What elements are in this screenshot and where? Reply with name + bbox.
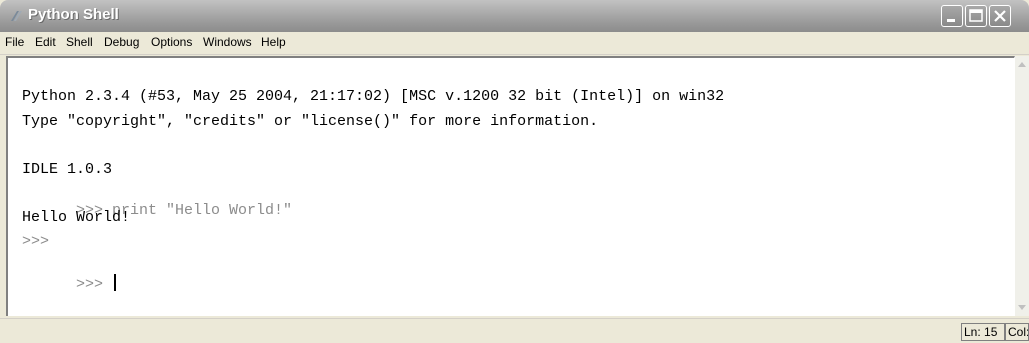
info-line: Type "copyright", "credits" or "license(… — [22, 113, 599, 130]
menu-edit[interactable]: Edit — [35, 35, 56, 49]
status-bar: Ln: 15 Col: 4 — [0, 318, 1029, 343]
active-prompt-line[interactable]: >>> — [22, 257, 117, 310]
prompt: >>> — [76, 276, 104, 293]
vertical-scrollbar[interactable] — [1015, 56, 1029, 316]
window-title: Python Shell — [28, 6, 119, 23]
title-bar[interactable]: Python Shell — [0, 0, 1029, 32]
scroll-up-arrow-icon[interactable] — [1015, 56, 1029, 72]
minimize-icon — [947, 19, 955, 22]
shell-text-area[interactable]: Python 2.3.4 (#53, May 25 2004, 21:17:02… — [6, 56, 1015, 316]
idle-version-line: IDLE 1.0.3 — [22, 161, 113, 178]
menu-options[interactable]: Options — [151, 35, 192, 49]
maximize-button[interactable] — [965, 5, 987, 27]
close-icon — [994, 10, 1006, 22]
menu-windows[interactable]: Windows — [203, 35, 252, 49]
status-column-number: Col: 4 — [1005, 323, 1029, 341]
minimize-button[interactable] — [941, 5, 963, 27]
menu-debug[interactable]: Debug — [104, 35, 139, 49]
text-cursor — [114, 274, 117, 291]
output-line: Hello World! — [22, 209, 131, 226]
idle-app-icon — [11, 11, 22, 21]
banner-line: Python 2.3.4 (#53, May 25 2004, 21:17:02… — [22, 88, 725, 105]
menu-help[interactable]: Help — [261, 35, 286, 49]
menu-bar: File Edit Shell Debug Options Windows He… — [0, 32, 1029, 55]
menu-shell[interactable]: Shell — [66, 35, 93, 49]
status-line-number: Ln: 15 — [961, 323, 1005, 341]
menu-file[interactable]: File — [5, 35, 24, 49]
close-button[interactable] — [989, 5, 1011, 27]
scroll-down-arrow-icon[interactable] — [1015, 300, 1029, 316]
python-shell-window: Python Shell File Edit Shell Debug Optio… — [0, 0, 1029, 343]
command-input: print "Hello World!" — [112, 202, 293, 219]
maximize-icon — [969, 9, 983, 22]
prompt: >>> — [22, 233, 50, 250]
